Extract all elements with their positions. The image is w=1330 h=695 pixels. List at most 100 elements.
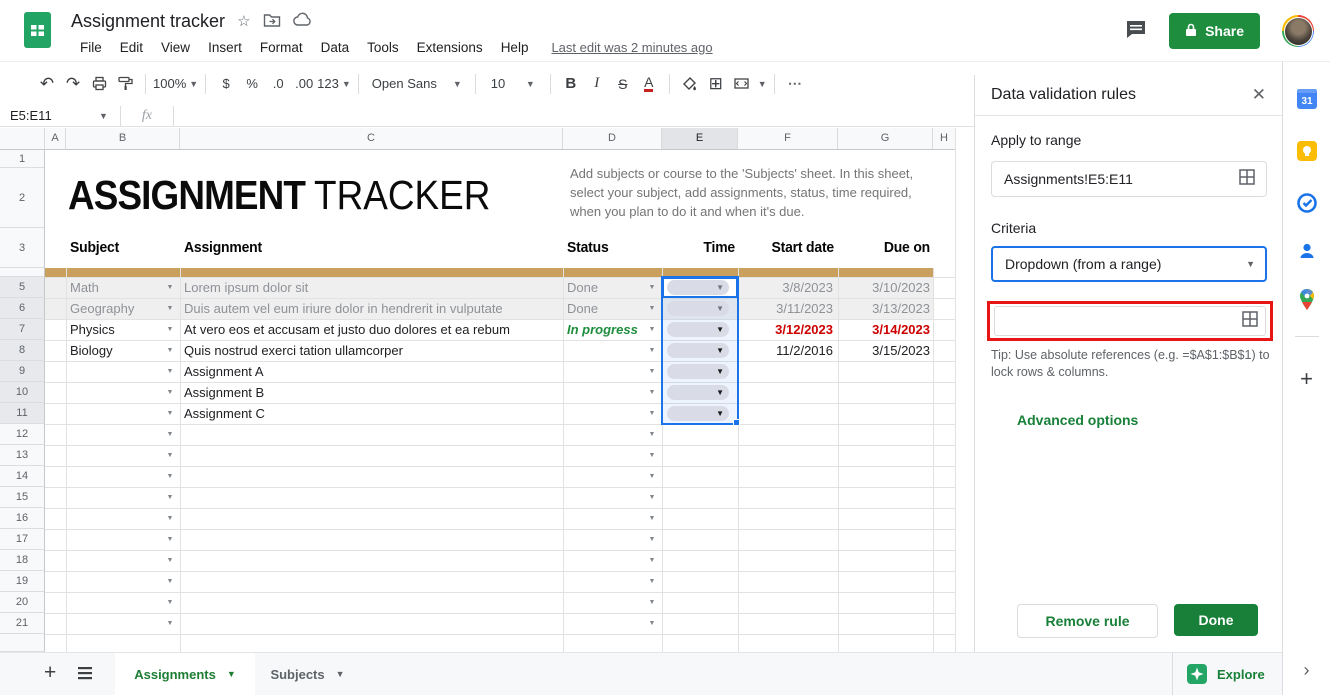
sheets-logo[interactable]	[24, 12, 51, 53]
explore-button[interactable]: Explore	[1172, 653, 1282, 695]
column-header-H[interactable]: H	[933, 128, 956, 150]
google-keep-icon[interactable]	[1296, 140, 1318, 167]
google-maps-icon[interactable]	[1297, 288, 1317, 317]
close-icon[interactable]: ✕	[1252, 85, 1266, 105]
cell-C8[interactable]: Quis nostrud exerci tation ullamcorper	[184, 340, 558, 361]
subject-dropdown-icon[interactable]: ▼	[162, 403, 178, 424]
status-dropdown-icon[interactable]: ▼	[644, 298, 660, 319]
expand-rail-icon[interactable]: ›	[1304, 660, 1310, 681]
row-header-1[interactable]: 1	[0, 150, 45, 168]
range-input[interactable]: Assignments!E5:E11	[991, 161, 1267, 197]
comment-history-icon[interactable]	[1125, 19, 1147, 44]
cell-C10[interactable]: Assignment B	[184, 382, 558, 403]
row-header-partial[interactable]	[0, 634, 45, 652]
row-header-15[interactable]: 15	[0, 487, 45, 508]
cell-C5[interactable]: Lorem ipsum dolor sit	[184, 277, 558, 298]
all-sheets-icon[interactable]	[76, 665, 94, 686]
time-dropdown-chip[interactable]: ▼	[667, 322, 729, 337]
cell-D7[interactable]: In progress	[567, 319, 645, 340]
column-header-F[interactable]: F	[738, 128, 838, 150]
spreadsheet-grid[interactable]: ABCDEFGH12356789101112131415161718192021…	[0, 128, 956, 652]
time-dropdown-chip[interactable]: ▼	[667, 343, 729, 358]
column-header-G[interactable]: G	[838, 128, 933, 150]
subject-dropdown-icon[interactable]: ▼	[162, 382, 178, 403]
subject-dropdown-icon[interactable]: ▼	[162, 319, 178, 340]
done-button[interactable]: Done	[1174, 604, 1258, 636]
subject-dropdown-icon[interactable]: ▼	[162, 298, 178, 319]
format-currency-button[interactable]: $	[213, 71, 239, 97]
cell-C7[interactable]: At vero eos et accusam et justo duo dolo…	[184, 319, 558, 340]
status-dropdown-icon[interactable]: ▼	[644, 466, 660, 487]
subject-dropdown-icon[interactable]: ▼	[162, 550, 178, 571]
format-percent-button[interactable]: %	[239, 71, 265, 97]
status-dropdown-icon[interactable]: ▼	[644, 424, 660, 445]
status-dropdown-icon[interactable]: ▼	[644, 613, 660, 634]
advanced-options-link[interactable]: Advanced options	[1017, 412, 1138, 428]
cell-B8[interactable]: Biology	[70, 340, 162, 361]
subject-dropdown-icon[interactable]: ▼	[162, 277, 178, 298]
menu-view[interactable]: View	[152, 38, 199, 57]
google-tasks-icon[interactable]	[1296, 192, 1318, 219]
cell-D6[interactable]: Done	[567, 298, 645, 319]
cell-F7[interactable]: 3/12/2023	[740, 319, 833, 340]
cell-F6[interactable]: 3/11/2023	[740, 298, 833, 319]
status-dropdown-icon[interactable]: ▼	[644, 445, 660, 466]
status-dropdown-icon[interactable]: ▼	[644, 382, 660, 403]
cell-C6[interactable]: Duis autem vel eum iriure dolor in hendr…	[184, 298, 558, 319]
menu-help[interactable]: Help	[492, 38, 538, 57]
subject-dropdown-icon[interactable]: ▼	[162, 571, 178, 592]
move-folder-icon[interactable]	[263, 12, 281, 31]
menu-edit[interactable]: Edit	[111, 38, 152, 57]
print-icon[interactable]	[86, 71, 112, 97]
merge-cells-arrow[interactable]: ▼	[758, 79, 767, 89]
bold-button[interactable]: B	[558, 71, 584, 97]
status-dropdown-icon[interactable]: ▼	[644, 529, 660, 550]
paint-format-icon[interactable]	[112, 71, 138, 97]
tab-subjects[interactable]: Subjects ▼	[255, 653, 360, 695]
cell-D5[interactable]: Done	[567, 277, 645, 298]
criteria-select[interactable]: Dropdown (from a range) ▼	[991, 246, 1267, 282]
row-header-11[interactable]: 11	[0, 403, 45, 424]
status-dropdown-icon[interactable]: ▼	[644, 361, 660, 382]
row-header-20[interactable]: 20	[0, 592, 45, 613]
row-header-9[interactable]: 9	[0, 361, 45, 382]
account-avatar[interactable]	[1282, 15, 1314, 47]
row-header-6[interactable]: 6	[0, 298, 45, 319]
name-box-arrow[interactable]: ▼	[99, 111, 108, 121]
undo-icon[interactable]: ↶	[34, 71, 60, 97]
row-header-2[interactable]: 2	[0, 168, 45, 228]
cell-B7[interactable]: Physics	[70, 319, 162, 340]
tab-assignments-arrow[interactable]: ▼	[227, 669, 236, 679]
cell-G7[interactable]: 3/14/2023	[840, 319, 930, 340]
row-header-3[interactable]: 3	[0, 228, 45, 268]
column-header-D[interactable]: D	[563, 128, 662, 150]
criteria-range-input[interactable]	[994, 306, 1266, 336]
status-dropdown-icon[interactable]: ▼	[644, 340, 660, 361]
grid-corner[interactable]	[0, 128, 45, 150]
cell-G6[interactable]: 3/13/2023	[840, 298, 930, 319]
number-format-select[interactable]: 123▼	[317, 71, 351, 97]
column-header-E[interactable]: E	[662, 128, 738, 150]
status-dropdown-icon[interactable]: ▼	[644, 277, 660, 298]
star-icon[interactable]: ☆	[237, 14, 250, 29]
subject-dropdown-icon[interactable]: ▼	[162, 445, 178, 466]
menu-extensions[interactable]: Extensions	[408, 38, 492, 57]
time-dropdown-chip[interactable]: ▼	[667, 406, 729, 421]
tab-assignments[interactable]: Assignments ▼	[115, 653, 255, 695]
cell-G5[interactable]: 3/10/2023	[840, 277, 930, 298]
cell-F5[interactable]: 3/8/2023	[740, 277, 833, 298]
row-header-17[interactable]: 17	[0, 529, 45, 550]
column-header-B[interactable]: B	[66, 128, 180, 150]
name-box[interactable]: E5:E11	[0, 108, 96, 123]
row-header-21[interactable]: 21	[0, 613, 45, 634]
strikethrough-button[interactable]: S	[610, 71, 636, 97]
cell-C11[interactable]: Assignment C	[184, 403, 558, 424]
cloud-status-icon[interactable]	[293, 12, 313, 30]
time-dropdown-chip[interactable]: ▼	[667, 301, 729, 316]
subject-dropdown-icon[interactable]: ▼	[162, 340, 178, 361]
row-header-4[interactable]	[0, 268, 45, 277]
document-title[interactable]: Assignment tracker	[71, 11, 225, 32]
font-family-select[interactable]: Open Sans▼	[366, 71, 468, 97]
subject-dropdown-icon[interactable]: ▼	[162, 466, 178, 487]
cell-C9[interactable]: Assignment A	[184, 361, 558, 382]
